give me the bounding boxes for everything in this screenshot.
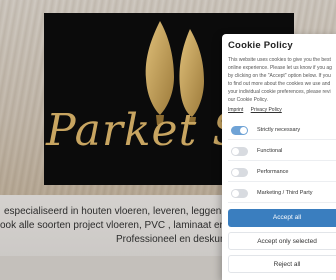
performance-toggle[interactable] [231,167,248,177]
category-label: Performance [257,169,289,175]
cookie-desc-line: by clicking on the "Accept" option below… [228,73,331,79]
category-label: Marketing / Third Party [257,190,313,196]
cookie-description: This website uses cookies to give you th… [228,56,336,104]
accept-all-button[interactable]: Accept all [228,209,336,227]
category-strictly-necessary: Strictly necessary [228,119,336,140]
cookie-links: Imprint Privacy Policy [228,107,336,113]
privacy-policy-link[interactable]: Privacy Policy [251,107,282,113]
cookie-title: Cookie Policy [228,40,293,51]
cookie-desc-line: our Cookie Policy. [228,97,268,103]
cookie-categories: Strictly necessary Functional Performanc… [228,119,336,203]
functional-toggle[interactable] [231,146,248,156]
toggle-knob [232,168,239,176]
strictly-necessary-toggle[interactable] [231,125,248,135]
imprint-link[interactable]: Imprint [228,107,243,113]
category-performance: Performance [228,161,336,182]
cookie-policy-dialog: Cookie Policy This website uses cookies … [222,34,336,280]
toggle-knob [240,126,247,134]
reject-all-button[interactable]: Reject all [228,255,336,273]
cookie-desc-line: This website uses cookies to give you th… [228,57,331,63]
cookie-desc-line: online experience. Please let us know if… [228,65,332,71]
category-functional: Functional [228,140,336,161]
accept-selected-button[interactable]: Accept only selected [228,232,336,250]
intro-line-3: Professioneel en deskundig [116,234,239,245]
toggle-knob [232,147,239,155]
category-label: Strictly necessary [257,127,301,133]
category-label: Functional [257,148,283,154]
toggle-knob [232,189,239,197]
marketing-toggle[interactable] [231,188,248,198]
cookie-desc-line: your individual cookie preferences, plea… [228,89,331,95]
category-marketing: Marketing / Third Party [228,182,336,203]
cookie-desc-line: to find out more about the cookies we us… [228,81,331,87]
divider [228,202,336,203]
